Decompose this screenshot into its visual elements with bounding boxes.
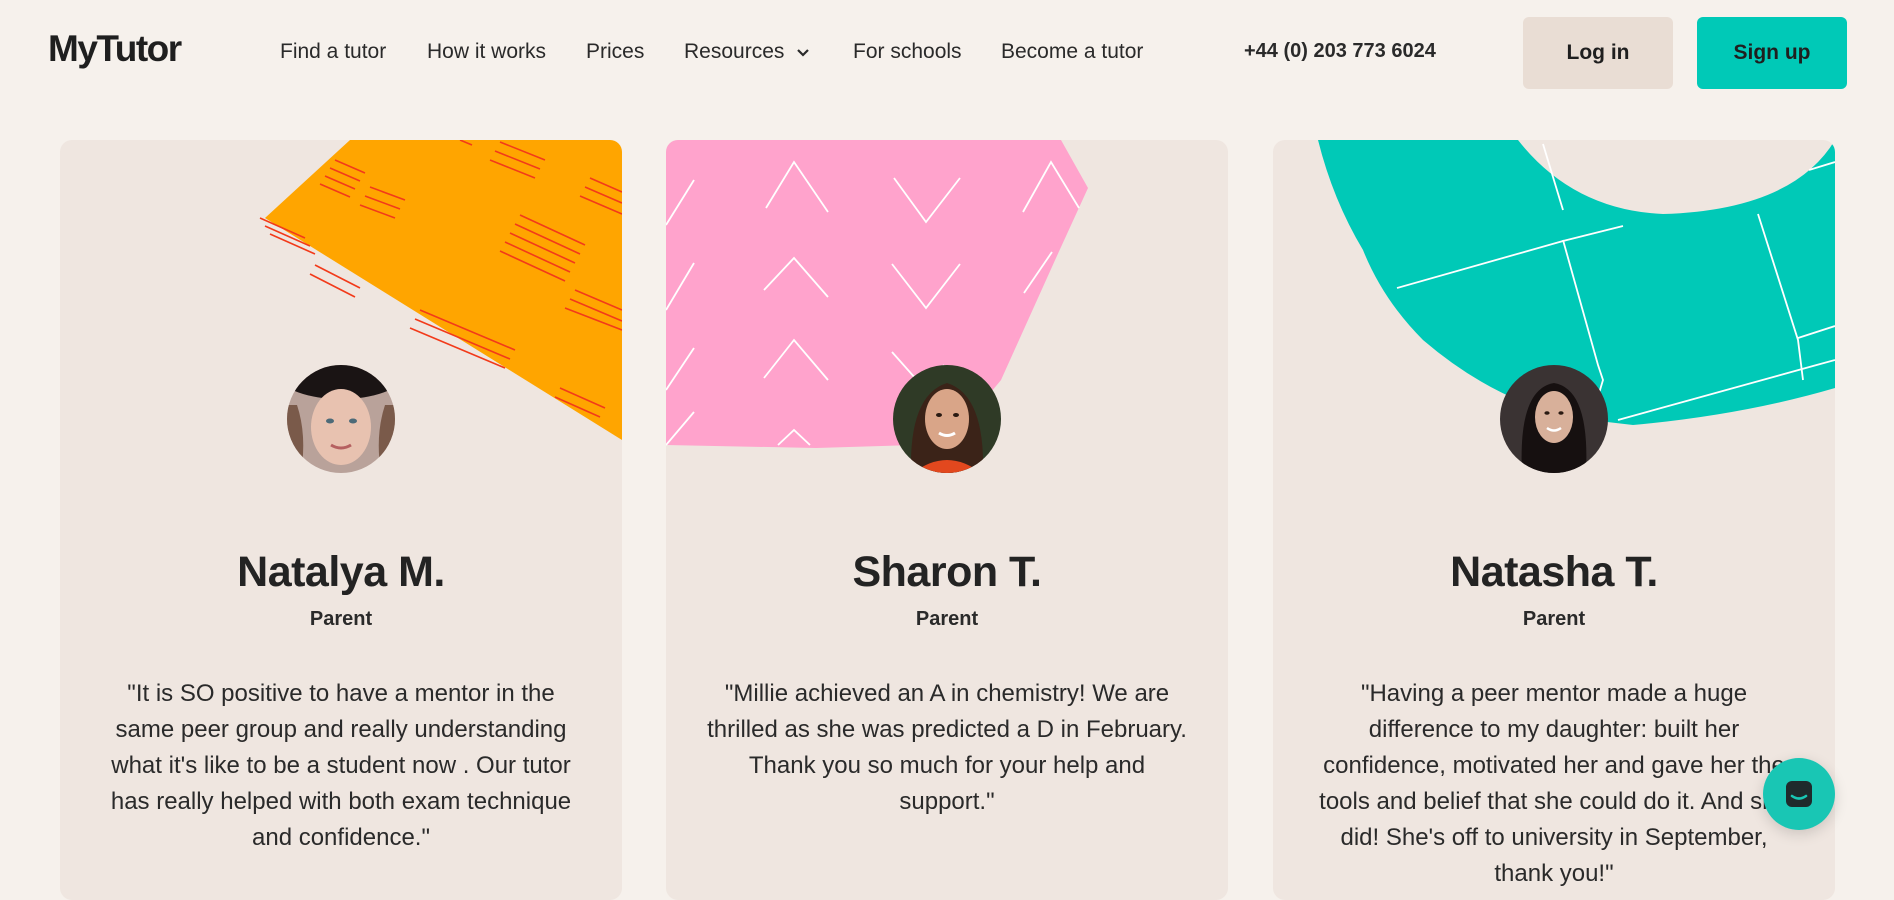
nav-find-a-tutor[interactable]: Find a tutor: [280, 40, 386, 64]
avatar: [287, 365, 395, 473]
nav-resources[interactable]: Resources: [684, 40, 810, 64]
chat-icon: [1786, 781, 1812, 807]
testimonial-role: Parent: [915, 608, 979, 630]
testimonial-card: Sharon T. Parent "Millie achieved an A i…: [666, 140, 1228, 900]
nav-prices[interactable]: Prices: [586, 40, 644, 64]
nav-resources-label: Resources: [684, 40, 785, 63]
testimonial-role: Parent: [309, 608, 373, 630]
avatar: [1500, 365, 1608, 473]
testimonial-quote: "Having a peer mentor made a huge differ…: [1319, 680, 1789, 887]
avatar-photo: [1500, 365, 1608, 473]
testimonial-name: Natasha T.: [1450, 548, 1658, 596]
testimonial-quote: "Millie achieved an A in chemistry! We a…: [707, 680, 1187, 815]
nav-become-a-tutor[interactable]: Become a tutor: [1001, 40, 1143, 64]
testimonial-name: Natalya M.: [237, 548, 445, 596]
mytutor-logo[interactable]: MyTutor: [48, 28, 182, 70]
phone-number[interactable]: +44 (0) 203 773 6024: [1244, 40, 1436, 63]
signup-button[interactable]: Sign up: [1697, 17, 1847, 89]
avatar: [893, 365, 1001, 473]
chat-launcher-button[interactable]: [1763, 758, 1835, 830]
avatar-photo: [893, 365, 1001, 473]
nav-how-it-works[interactable]: How it works: [427, 40, 546, 64]
testimonial-role: Parent: [1522, 608, 1586, 630]
testimonial-name: Sharon T.: [852, 548, 1042, 596]
testimonial-quote: "It is SO positive to have a mentor in t…: [110, 680, 572, 851]
chevron-down-icon: [796, 40, 810, 64]
testimonial-card: Natalya M. Parent "It is SO positive to …: [60, 140, 622, 900]
site-header: MyTutor Find a tutor How it works Prices…: [0, 0, 1894, 105]
avatar-photo: [287, 365, 395, 473]
nav-for-schools[interactable]: For schools: [853, 40, 962, 64]
testimonial-card: Natasha T. Parent "Having a peer mentor …: [1273, 140, 1835, 900]
login-button[interactable]: Log in: [1523, 17, 1673, 89]
